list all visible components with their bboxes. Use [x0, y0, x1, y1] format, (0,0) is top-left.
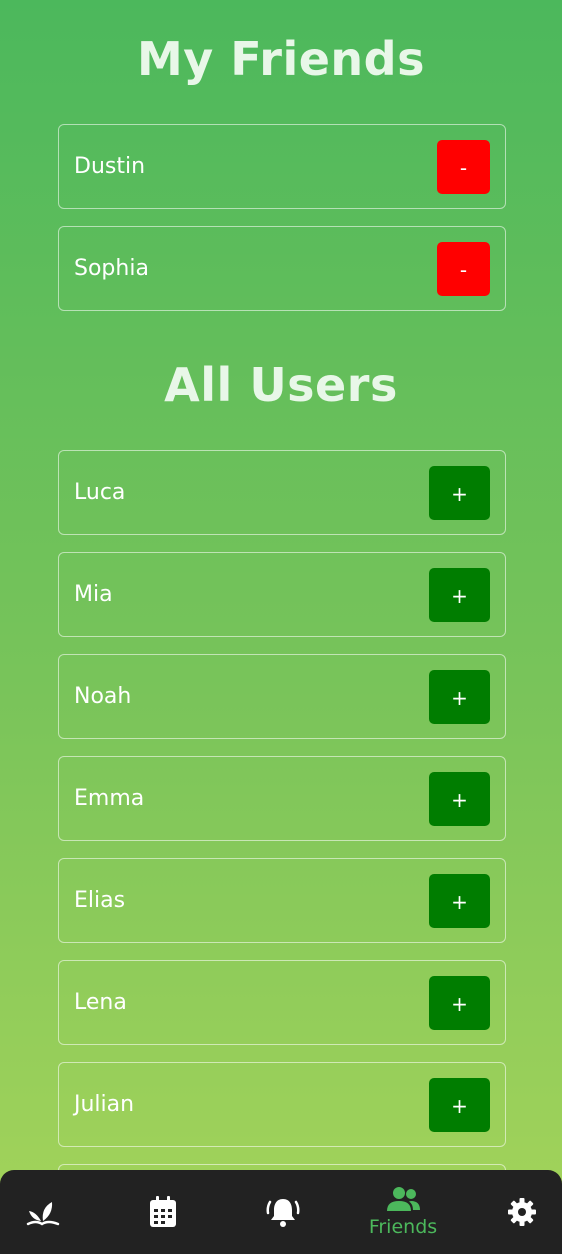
- friend-card: Sophia -: [58, 226, 506, 311]
- user-card: Elias +: [58, 858, 506, 943]
- users-icon: [387, 1187, 420, 1211]
- user-name: Noah: [74, 684, 132, 709]
- bottom-nav: Friends: [0, 1170, 562, 1254]
- user-card: Luca +: [58, 450, 506, 535]
- add-friend-button[interactable]: +: [429, 670, 490, 724]
- user-name: Lena: [74, 990, 127, 1015]
- friend-name: Dustin: [74, 154, 146, 179]
- remove-friend-button[interactable]: -: [437, 242, 490, 296]
- nav-friends[interactable]: Friends: [353, 1170, 453, 1254]
- add-friend-button[interactable]: +: [429, 466, 490, 520]
- calendar-icon: [150, 1196, 176, 1227]
- user-name: Mia: [74, 582, 113, 607]
- nav-notifications[interactable]: [233, 1170, 333, 1254]
- nav-friends-label: Friends: [368, 1216, 438, 1238]
- user-card: Julian +: [58, 1062, 506, 1147]
- add-friend-button[interactable]: +: [429, 772, 490, 826]
- add-friend-button[interactable]: +: [429, 976, 490, 1030]
- friend-card: Dustin -: [58, 124, 506, 209]
- my-friends-heading: My Friends: [137, 32, 425, 86]
- friend-name: Sophia: [74, 256, 149, 281]
- bell-ringing-icon: [266, 1199, 300, 1227]
- user-card: Noah +: [58, 654, 506, 739]
- user-name: Elias: [74, 888, 126, 913]
- add-friend-button[interactable]: +: [429, 1078, 490, 1132]
- add-friend-button[interactable]: +: [429, 568, 490, 622]
- nav-home[interactable]: [0, 1170, 93, 1254]
- plant-icon: [26, 1202, 60, 1226]
- main-content: My Friends Dustin - Sophia - All Users L…: [0, 0, 562, 1254]
- gear-icon: [508, 1198, 536, 1226]
- user-name: Julian: [74, 1092, 135, 1117]
- all-users-heading: All Users: [164, 358, 398, 412]
- user-name: Luca: [74, 480, 126, 505]
- remove-friend-button[interactable]: -: [437, 140, 490, 194]
- user-card: Mia +: [58, 552, 506, 637]
- add-friend-button[interactable]: +: [429, 874, 490, 928]
- user-name: Emma: [74, 786, 145, 811]
- nav-settings[interactable]: [472, 1170, 562, 1254]
- user-card: Lena +: [58, 960, 506, 1045]
- nav-calendar[interactable]: [113, 1170, 213, 1254]
- user-card: Emma +: [58, 756, 506, 841]
